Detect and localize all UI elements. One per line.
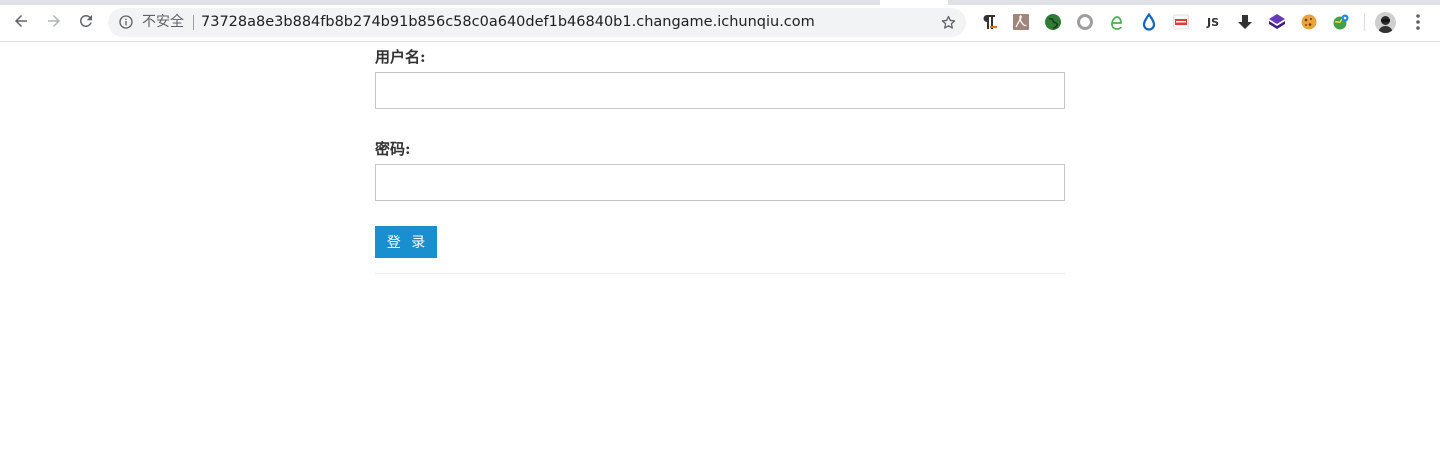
back-button[interactable] xyxy=(9,9,33,33)
reload-icon xyxy=(79,14,92,27)
login-button[interactable]: 登 录 xyxy=(375,226,437,258)
paragraph-icon[interactable] xyxy=(980,13,998,31)
password-label: 密码: xyxy=(375,140,411,158)
purple-cube-icon[interactable] xyxy=(1268,13,1286,31)
tab-strip-edge xyxy=(0,0,880,5)
more-menu-icon[interactable] xyxy=(1409,12,1427,32)
pdf-badge-icon[interactable] xyxy=(1172,13,1190,31)
browser-toolbar: 不安全 73728a8e3b884fb8b274b91b856c58c0a640… xyxy=(0,0,1440,42)
url-text[interactable]: 73728a8e3b884fb8b274b91b856c58c0a640def1… xyxy=(201,14,815,31)
js-icon[interactable]: JS xyxy=(1204,13,1222,31)
password-input[interactable] xyxy=(375,164,1065,201)
form-divider xyxy=(375,273,1065,274)
username-input[interactable] xyxy=(375,72,1065,109)
info-icon[interactable] xyxy=(118,14,134,30)
security-status: 不安全 xyxy=(142,14,184,30)
forward-button[interactable] xyxy=(42,9,66,33)
address-bar[interactable]: 不安全 73728a8e3b884fb8b274b91b856c58c0a640… xyxy=(108,8,966,37)
e-leaf-icon[interactable] xyxy=(1108,13,1126,31)
tab-strip-edge xyxy=(948,0,1440,5)
omnibox-separator xyxy=(193,15,194,30)
bookmark-star-icon[interactable] xyxy=(940,14,957,31)
download-arrow-icon[interactable] xyxy=(1236,13,1254,31)
globe-pin-icon[interactable] xyxy=(1332,13,1350,31)
pdf-icon[interactable] xyxy=(1012,13,1030,31)
forward-arrow-icon xyxy=(48,15,60,27)
toolbar-separator xyxy=(1364,13,1365,31)
profile-avatar[interactable] xyxy=(1375,12,1396,33)
reload-button[interactable] xyxy=(74,9,98,33)
grey-circle-icon[interactable] xyxy=(1076,13,1094,31)
back-arrow-icon xyxy=(15,15,27,27)
green-globe-icon[interactable] xyxy=(1044,13,1062,31)
cookie-icon[interactable] xyxy=(1300,13,1318,31)
water-drop-icon[interactable] xyxy=(1140,13,1158,31)
profile-avatar-icon xyxy=(1375,12,1396,33)
username-label: 用户名: xyxy=(375,48,426,66)
